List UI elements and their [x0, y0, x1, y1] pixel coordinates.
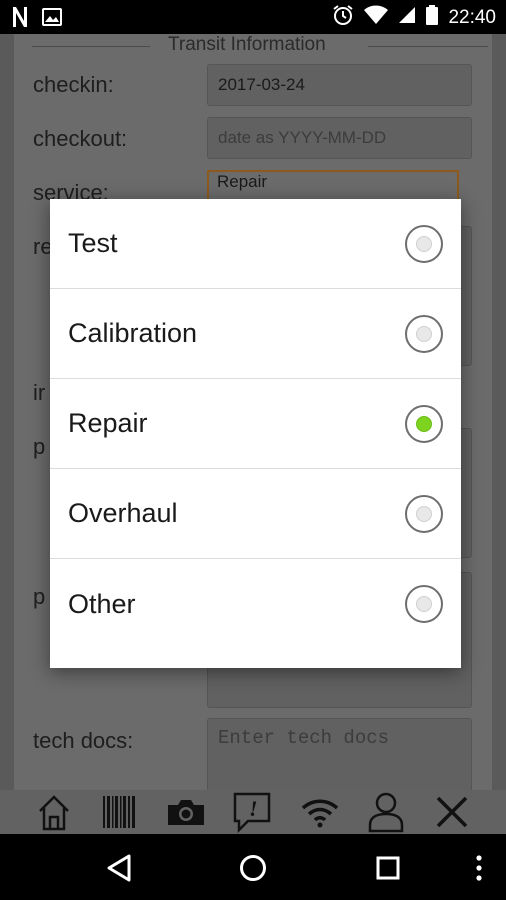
radio-button[interactable]: [405, 314, 443, 353]
option-calibration[interactable]: Calibration: [50, 289, 461, 379]
radio-button[interactable]: [405, 494, 443, 533]
camera-icon[interactable]: [164, 790, 208, 834]
home-circle-icon[interactable]: [231, 846, 275, 890]
radio-dot: [416, 415, 432, 432]
recents-icon[interactable]: [366, 846, 410, 890]
right-margin: [492, 34, 506, 790]
bottom-toolbar: !: [0, 790, 506, 834]
partial-label-2: ir: [33, 380, 46, 405]
radio-button[interactable]: [405, 224, 443, 263]
battery-icon: [426, 5, 439, 30]
wifi-icon: [364, 5, 389, 30]
user-icon[interactable]: [364, 790, 408, 834]
tech-docs-label: tech docs:: [33, 728, 134, 753]
checkout-input[interactable]: date as YYYY-MM-DD: [207, 117, 472, 159]
radio-dot: [416, 325, 432, 342]
alert-message-icon[interactable]: !: [230, 790, 274, 834]
close-icon[interactable]: [430, 790, 474, 834]
barcode-icon[interactable]: [98, 790, 142, 834]
option-repair[interactable]: Repair: [50, 379, 461, 469]
option-overhaul[interactable]: Overhaul: [50, 469, 461, 559]
fieldset-line-right: [368, 46, 488, 47]
signal-icon: [398, 6, 416, 29]
service-select-value: Repair: [217, 172, 268, 191]
partial-label-3: p: [33, 434, 46, 459]
option-label: Calibration: [68, 318, 198, 348]
radio-button[interactable]: [405, 585, 443, 623]
wifi-icon[interactable]: [298, 790, 342, 834]
clock-time: 22:40: [448, 6, 496, 28]
fieldset-legend: Transit Information: [168, 34, 326, 55]
left-margin: [0, 34, 14, 790]
tech-docs-input[interactable]: Enter tech docs: [207, 718, 472, 790]
image-icon: [42, 8, 62, 31]
partial-label-4: p: [33, 584, 46, 609]
option-label: Other: [68, 588, 136, 619]
checkout-label: checkout:: [33, 126, 128, 151]
back-icon[interactable]: [97, 846, 141, 890]
more-icon[interactable]: [457, 846, 501, 890]
option-label: Overhaul: [68, 498, 178, 528]
home-icon[interactable]: [32, 790, 76, 834]
alarm-icon: [332, 4, 354, 31]
option-label: Repair: [68, 408, 148, 438]
option-other[interactable]: Other: [50, 559, 461, 649]
checkin-input[interactable]: 2017-03-24: [207, 64, 472, 106]
svg-text:!: !: [249, 796, 258, 821]
radio-button-selected[interactable]: [405, 404, 443, 443]
navigation-bar: [0, 834, 506, 900]
notification-n-icon: [12, 6, 28, 33]
option-label: Test: [68, 228, 118, 258]
radio-dot: [416, 596, 432, 612]
status-bar: 22:40: [0, 0, 506, 34]
option-test[interactable]: Test: [50, 199, 461, 289]
radio-dot: [416, 505, 432, 522]
radio-dot: [416, 235, 432, 252]
checkin-label: checkin:: [33, 72, 114, 97]
service-options-dialog: Test Calibration Repair Overhaul Other: [50, 199, 461, 668]
fieldset-line-left: [32, 46, 150, 47]
